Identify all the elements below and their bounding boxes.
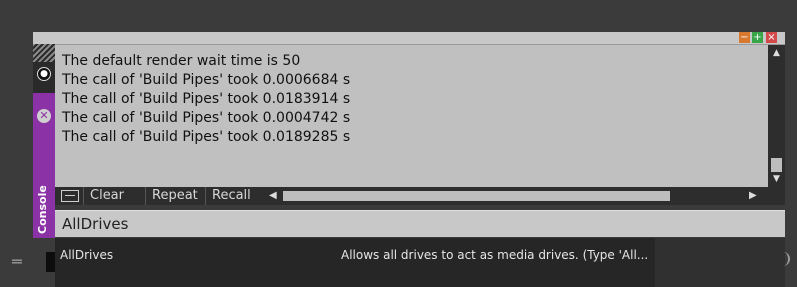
command-input-row [55, 210, 785, 237]
close-button[interactable]: × [766, 32, 777, 43]
console-toolbar: Clear Repeat Recall ◀ ▶ [55, 187, 785, 205]
command-input[interactable] [55, 211, 775, 237]
autocomplete-item-description: Allows all drives to act as media drives… [341, 248, 649, 262]
scroll-up-arrow-icon[interactable]: ▲ [768, 47, 785, 59]
scroll-right-arrow-icon[interactable]: ▶ [749, 190, 757, 201]
console-title-bar[interactable] [33, 32, 785, 44]
log-line: The call of 'Build Pipes' took 0.0006684… [62, 72, 351, 88]
collapse-icon[interactable] [61, 190, 79, 202]
minimize-button[interactable]: − [739, 32, 750, 43]
drag-handle[interactable] [33, 44, 55, 62]
pin-icon[interactable]: ● [37, 67, 51, 81]
clear-button[interactable]: Clear [83, 187, 130, 205]
close-tab-icon[interactable]: ✕ [37, 109, 51, 123]
console-output-panel: The default render wait time is 50 The c… [55, 44, 785, 205]
maximize-button[interactable]: + [752, 32, 763, 43]
autocomplete-item[interactable]: AllDrives Allows all drives to act as me… [55, 244, 655, 268]
horizontal-scroll-thumb[interactable] [283, 191, 670, 201]
console-tab-label: Console [36, 185, 49, 234]
console-side-tab: ● ✕ Console [33, 44, 55, 238]
background-panel [655, 238, 785, 287]
partial-round-icon [778, 252, 790, 266]
log-line: The call of 'Build Pipes' took 0.0189285… [62, 129, 351, 145]
dock-handle [46, 252, 55, 272]
log-line: The default render wait time is 50 [62, 53, 301, 69]
log-line: The call of 'Build Pipes' took 0.0183914… [62, 91, 351, 107]
autocomplete-item-name: AllDrives [60, 248, 114, 262]
recall-button[interactable]: Recall [205, 187, 257, 205]
scroll-down-arrow-icon[interactable]: ▼ [768, 173, 785, 185]
log-line: The call of 'Build Pipes' took 0.0004742… [62, 110, 351, 126]
scroll-left-arrow-icon[interactable]: ◀ [269, 190, 277, 201]
vertical-scrollbar[interactable]: ▲ ▼ [768, 45, 785, 187]
console-log: The default render wait time is 50 The c… [62, 52, 350, 147]
autocomplete-list: AllDrives Allows all drives to act as me… [55, 238, 655, 287]
vertical-scroll-thumb[interactable] [771, 158, 782, 172]
repeat-button[interactable]: Repeat [145, 187, 204, 205]
menu-lines-icon[interactable]: ═ [12, 254, 22, 270]
